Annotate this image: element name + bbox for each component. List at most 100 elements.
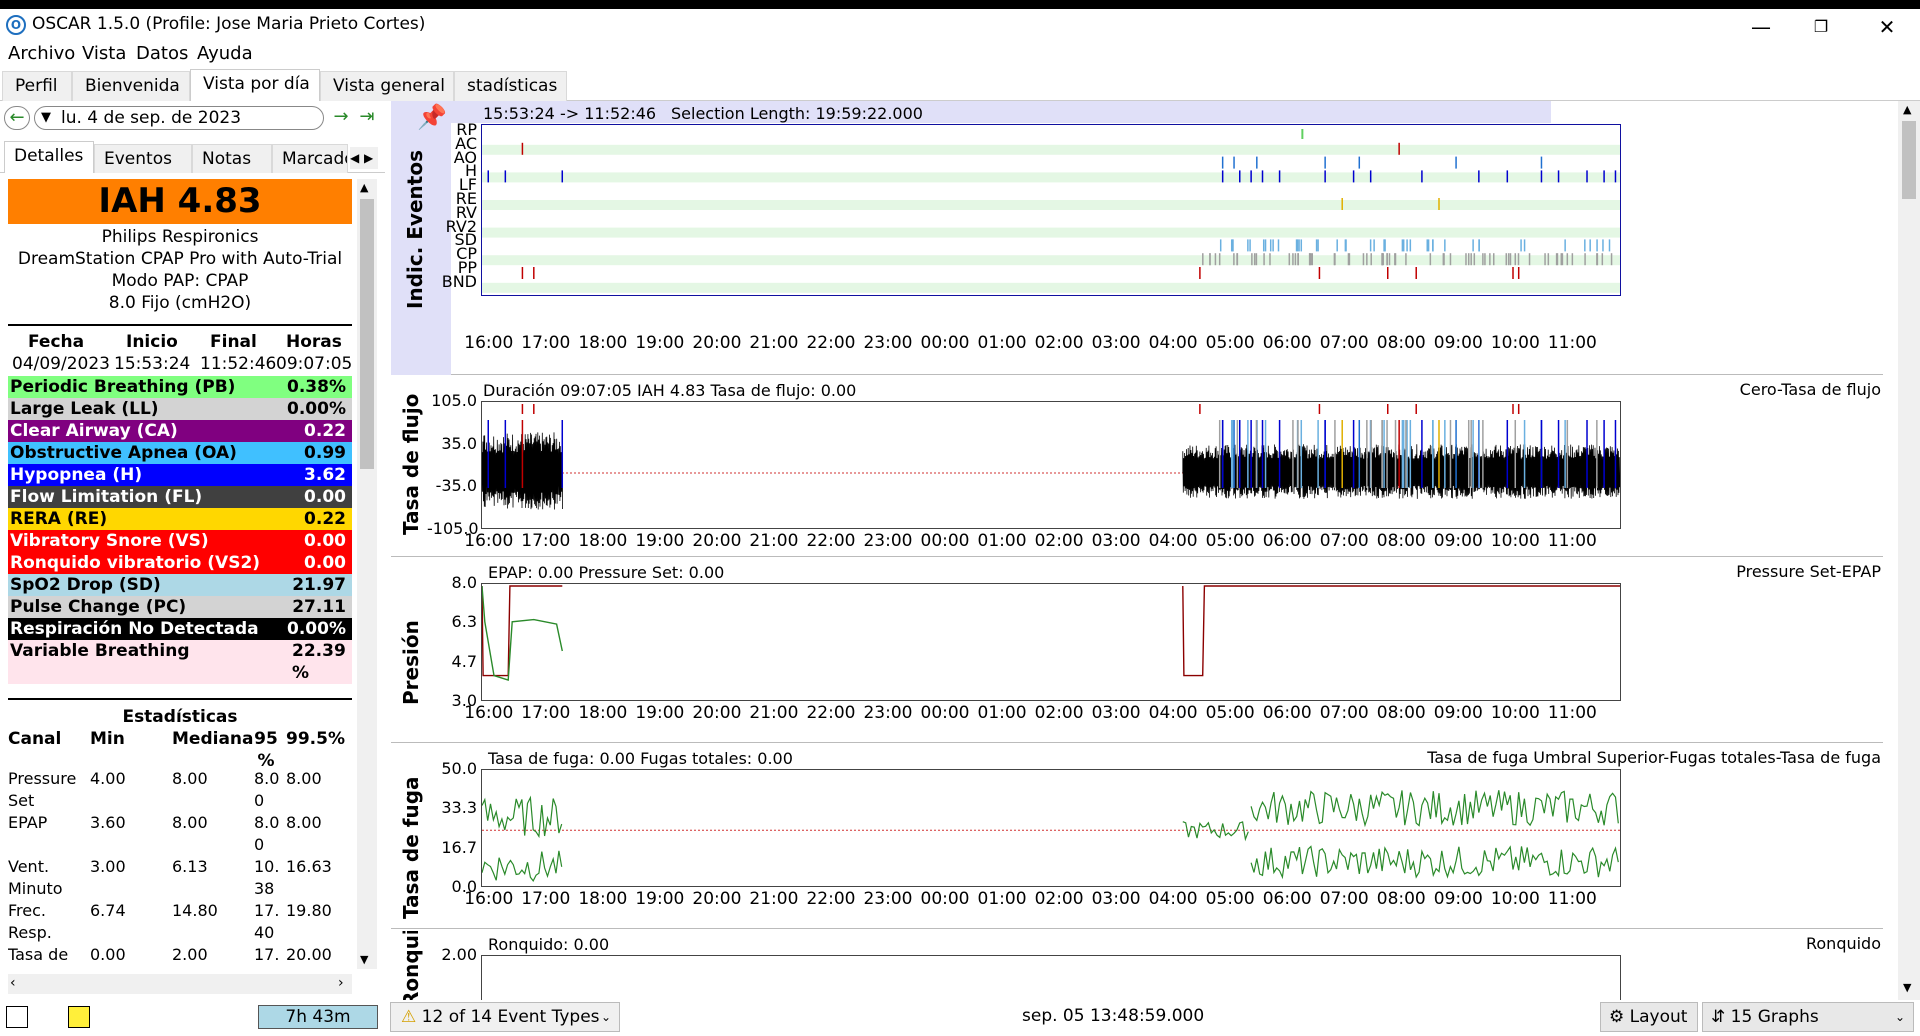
left-panel: ← ▼ lu. 4 de sep. de 2023 → ⇥ Detalles E… (0, 101, 385, 1036)
event-row: Vibratory Snore (VS) 0.00 (8, 530, 352, 552)
menu-datos[interactable]: Datos (136, 43, 188, 64)
scroll-down-icon[interactable]: ▼ (1903, 981, 1911, 994)
time-tick: 17:00 (521, 703, 571, 723)
flow-graph-ylabel: Tasa de flujo (399, 393, 423, 535)
scroll-up-icon[interactable]: ▲ (1903, 103, 1911, 116)
restore-button[interactable]: ❐ (1796, 13, 1846, 41)
next-day-button[interactable]: → (330, 106, 352, 130)
time-tick: 09:00 (1433, 703, 1483, 723)
color-swatch-white[interactable] (6, 1006, 28, 1028)
time-tick: 03:00 (1091, 703, 1141, 723)
time-tick: 11:00 (1547, 889, 1597, 909)
pressure-plot[interactable] (481, 583, 1621, 701)
snore-plot[interactable] (481, 955, 1621, 1000)
tab-perfil[interactable]: Perfil (2, 71, 72, 101)
minimize-button[interactable]: — (1736, 13, 1786, 41)
session-table: Fecha Inicio Final Horas 04/09/2023 15:5… (8, 332, 352, 376)
scroll-right-icon[interactable]: › (338, 975, 344, 991)
time-tick: 07:00 (1319, 531, 1369, 551)
scroll-up-icon[interactable]: ▲ (360, 181, 368, 194)
date-picker[interactable]: ▼ lu. 4 de sep. de 2023 (34, 106, 324, 130)
graphs-scrollbar[interactable]: ▲ ▼ (1898, 101, 1920, 1000)
stats-cell: 8.00 (254, 813, 280, 854)
stats-header-row: Canal Min Mediana 95 % 99.5% (8, 728, 352, 771)
time-tick: 07:00 (1319, 333, 1369, 353)
session-start: 15:53:24 (114, 354, 191, 374)
event-channel-band (482, 200, 1620, 210)
time-tick: 10:00 (1490, 889, 1540, 909)
leak-plot[interactable] (481, 769, 1621, 887)
time-tick: 19:00 (635, 703, 685, 723)
tab-scroll-left-icon[interactable]: ◀ (350, 147, 364, 169)
scroll-left-icon[interactable]: ‹ (10, 975, 16, 991)
pressure-graph[interactable]: Presión EPAP: 0.00 Pressure Set: 0.00 Pr… (391, 559, 1883, 743)
pressure-line (1182, 585, 1620, 677)
menu-vista[interactable]: Vista (82, 43, 126, 64)
event-index-list: Periodic Breathing (PB) 0.38% Large Leak (… (8, 376, 352, 684)
stats-cell: 4.00 (90, 769, 126, 788)
stats-cell: EPAP (8, 813, 48, 832)
tab-bienvenida[interactable]: Bienvenida (72, 71, 190, 101)
snore-graph-ylabel: Ronquido (399, 931, 423, 1000)
event-label: RERA (RE) (10, 509, 108, 529)
stats-header-995: 99.5% (286, 729, 345, 749)
event-channel-band (482, 172, 1620, 183)
previous-day-button[interactable]: ← (4, 106, 30, 130)
graphs-label: 15 Graphs (1730, 1007, 1819, 1027)
cursor-time: sep. 05 13:48:59.000 (1022, 1006, 1205, 1026)
event-row: Variable Breathing 22.39 % (8, 640, 352, 684)
stats-cell: 8.00 (254, 769, 280, 810)
duration-box: 7h 43m (258, 1005, 378, 1029)
y-tick: 16.7 (441, 837, 477, 857)
event-value: 0.00% (287, 619, 346, 639)
event-label: Obstructive Apnea (OA) (10, 443, 237, 463)
flow-graph[interactable]: Tasa de flujo Duración 09:07:05 IAH 4.83… (391, 377, 1883, 557)
event-row: Flow Limitation (FL) 0.00 (8, 486, 352, 508)
tab-eventos[interactable]: Eventos (94, 144, 192, 173)
layout-button[interactable]: ⚙ Layout (1600, 1002, 1698, 1032)
color-swatch-yellow[interactable] (68, 1006, 90, 1028)
scroll-thumb[interactable] (1902, 121, 1916, 199)
event-label: Large Leak (LL) (10, 399, 159, 419)
time-tick: 11:00 (1547, 333, 1597, 353)
device-brand: Philips Respironics (101, 227, 259, 247)
events-graph[interactable]: 📌 Indic. Eventos 15:53:24 -> 11:52:46 Se… (391, 101, 1883, 375)
time-tick: 20:00 (692, 703, 742, 723)
time-tick: 03:00 (1091, 531, 1141, 551)
menu-archivo[interactable]: Archivo (8, 43, 75, 64)
event-types-dropdown[interactable]: ⚠ 12 of 14 Event Types ⌄ (390, 1002, 620, 1032)
last-day-button[interactable]: ⇥ (356, 106, 378, 130)
tab-scroll-right-icon[interactable]: ▶ (364, 147, 378, 169)
flow-plot[interactable] (481, 401, 1621, 529)
tab-notas[interactable]: Notas (192, 144, 272, 173)
time-tick: 21:00 (749, 531, 799, 551)
status-bar: 7h 43m ⚠ 12 of 14 Event Types ⌄ sep. 05 … (0, 1000, 1920, 1036)
time-tick: 18:00 (578, 333, 628, 353)
menu-ayuda[interactable]: Ayuda (197, 43, 253, 64)
date-value: lu. 4 de sep. de 2023 (61, 108, 242, 128)
scroll-thumb[interactable] (360, 199, 374, 469)
stats-row: Frec. Resp. 6.74 14.80 17.40 19.80 (8, 900, 352, 944)
tab-estadisticas[interactable]: stadísticas (454, 71, 567, 101)
stats-header-mediana: Mediana (172, 729, 254, 749)
leak-graph[interactable]: Tasa de fuga Tasa de fuga: 0.00 Fugas to… (391, 745, 1883, 929)
tab-marcado[interactable]: Marcado (272, 144, 348, 173)
event-value: 22.39 % (292, 641, 346, 683)
details-hscrollbar[interactable]: ‹ › (8, 974, 352, 994)
stats-table: Pressure Set 4.00 8.00 8.00 8.00 EPAP 3.60 8.00… (8, 768, 352, 971)
tab-detalles[interactable]: Detalles (4, 141, 94, 173)
y-tick: 6.3 (451, 612, 477, 632)
time-tick: 04:00 (1148, 703, 1198, 723)
pressure-line (481, 585, 563, 682)
scroll-down-icon[interactable]: ▼ (360, 953, 368, 966)
gear-icon: ⚙ (1609, 1007, 1625, 1027)
details-scrollbar[interactable]: ▲ ▼ (357, 179, 377, 969)
snore-graph[interactable]: Ronquido Ronquido: 0.00 Ronquido 2.00 (391, 931, 1883, 1000)
tab-vista-general[interactable]: Vista general (320, 71, 454, 101)
time-tick: 09:00 (1433, 889, 1483, 909)
graphs-dropdown[interactable]: ⇵ 15 Graphs ⌄ (1702, 1002, 1914, 1032)
events-plot[interactable] (481, 124, 1621, 296)
tab-vista-por-dia[interactable]: Vista por día (190, 69, 320, 101)
event-row: SpO2 Drop (SD) 21.97 (8, 574, 352, 596)
close-button[interactable]: ✕ (1862, 13, 1912, 41)
